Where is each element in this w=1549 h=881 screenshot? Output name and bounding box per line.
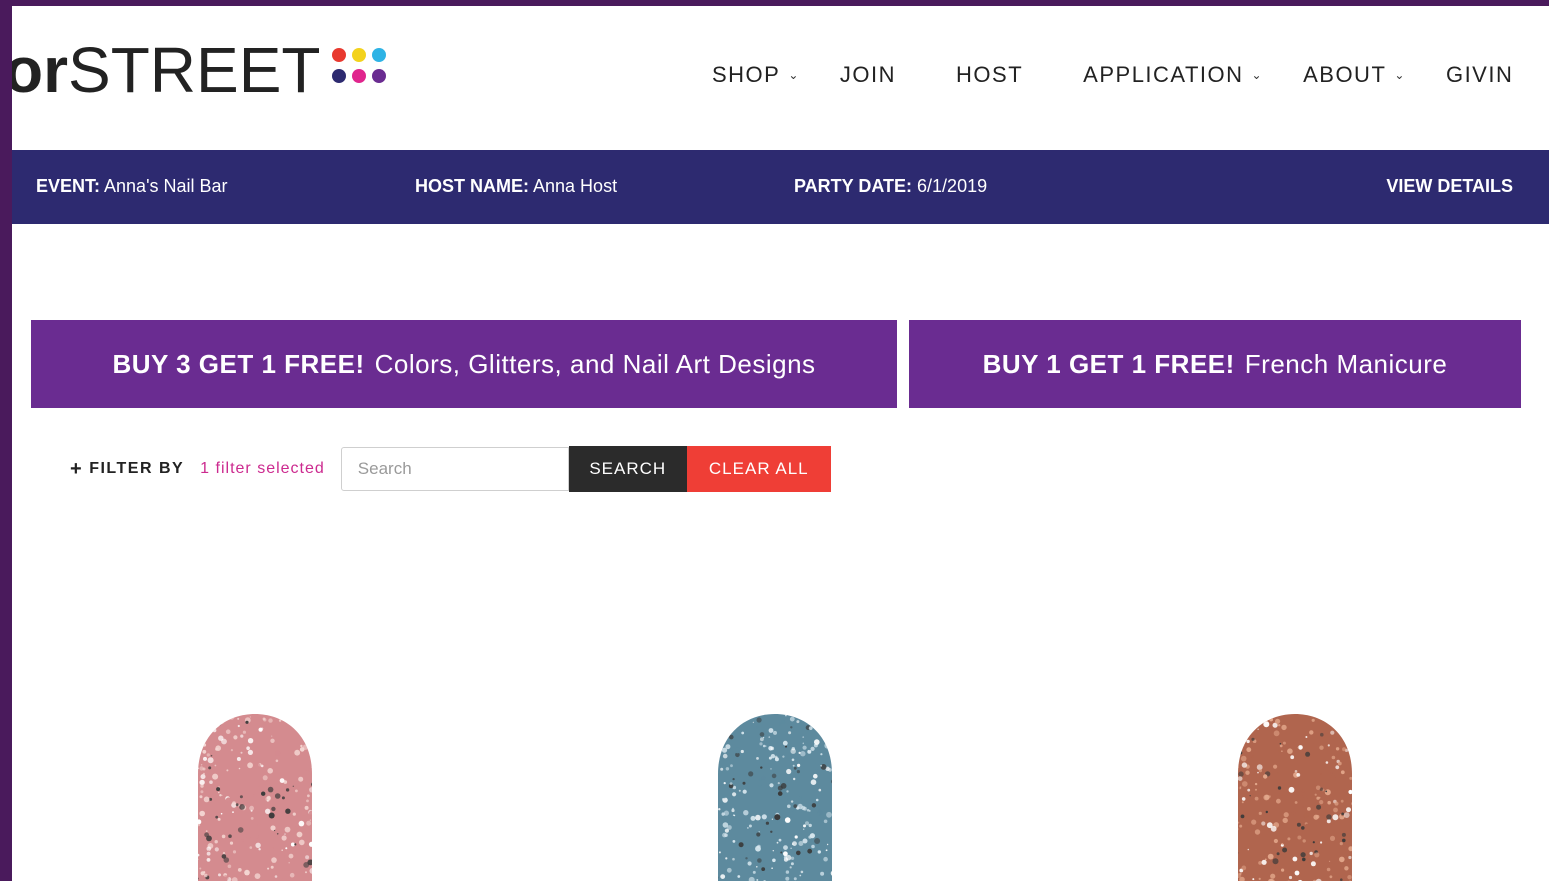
view-details-link[interactable]: VIEW DETAILS <box>1386 176 1513 197</box>
chevron-down-icon: ⌄ <box>788 68 800 82</box>
nail-swatch-icon <box>1238 714 1352 881</box>
logo-text-bold: or <box>12 34 68 106</box>
event-name: EVENT: Anna's Nail Bar <box>36 176 228 197</box>
promo-headline: BUY 1 GET 1 FREE! <box>982 348 1235 379</box>
promo-headline: BUY 3 GET 1 FREE! <box>112 348 365 379</box>
date-label: PARTY DATE: <box>794 176 913 196</box>
chevron-down-icon: ⌄ <box>1251 68 1264 82</box>
nav-join[interactable]: JOIN <box>840 62 896 88</box>
nav-giving[interactable]: GIVIN <box>1446 62 1513 88</box>
event-label: EVENT: <box>36 176 101 196</box>
logo-dot <box>372 69 387 83</box>
filter-by-label: FILTER BY <box>89 460 185 477</box>
clear-all-button[interactable]: CLEAR ALL <box>686 446 831 492</box>
logo-dot <box>352 69 367 83</box>
logo-dot <box>332 69 347 83</box>
nav-about-label: ABOUT <box>1303 62 1387 87</box>
logo-wordmark: orSTREET <box>12 34 320 106</box>
site-logo[interactable]: orSTREET <box>12 34 387 106</box>
nail-swatch-icon <box>718 714 832 881</box>
nav-host[interactable]: HOST <box>956 62 1023 88</box>
logo-dot <box>372 48 387 62</box>
logo-text-light: STREET <box>68 34 321 106</box>
host-name: HOST NAME: Anna Host <box>415 176 617 197</box>
logo-dot <box>352 48 367 62</box>
product-swatch-blue-silver-glitter[interactable] <box>714 712 836 881</box>
logo-dot <box>332 48 347 62</box>
date-value: 6/1/2019 <box>917 176 988 196</box>
search-button[interactable]: SEARCH <box>568 446 687 492</box>
page: orSTREET SHOP ⌄ JOIN HOST APPLICATION ⌄ … <box>12 6 1549 881</box>
nail-swatch-icon <box>198 714 312 881</box>
plus-icon: + <box>70 457 84 480</box>
promo-text: French Manicure <box>1244 348 1448 379</box>
nav-application[interactable]: APPLICATION ⌄ <box>1083 62 1263 88</box>
nav-about[interactable]: ABOUT ⌄ <box>1303 62 1406 88</box>
product-swatch-copper-glitter[interactable] <box>1234 712 1356 881</box>
nav-application-label: APPLICATION <box>1083 62 1244 87</box>
product-swatch-rose-gold-glitter[interactable] <box>194 712 316 881</box>
promo-buy1get1[interactable]: BUY 1 GET 1 FREE! French Manicure <box>909 320 1521 408</box>
party-event-bar: EVENT: Anna's Nail Bar HOST NAME: Anna H… <box>12 150 1549 224</box>
nav-join-label: JOIN <box>839 62 897 87</box>
filter-toolbar: + FILTER BY 1 filter selected SEARCH CLE… <box>70 446 831 492</box>
party-date: PARTY DATE: 6/1/2019 <box>794 176 987 197</box>
filter-count-link[interactable]: 1 filter selected <box>200 460 325 478</box>
nav-host-label: HOST <box>956 62 1024 87</box>
host-value: Anna Host <box>533 176 618 196</box>
promo-text: Colors, Glitters, and Nail Art Designs <box>374 348 816 379</box>
site-header: orSTREET SHOP ⌄ JOIN HOST APPLICATION ⌄ … <box>12 6 1549 150</box>
logo-dots-icon <box>332 48 387 83</box>
search-input[interactable] <box>340 447 569 491</box>
filter-by-toggle[interactable]: + FILTER BY <box>70 458 184 481</box>
chevron-down-icon: ⌄ <box>1394 68 1406 82</box>
event-value: Anna's Nail Bar <box>104 176 228 196</box>
nav-giving-label: GIVIN <box>1445 62 1514 87</box>
host-label: HOST NAME: <box>415 176 529 196</box>
main-nav: SHOP ⌄ JOIN HOST APPLICATION ⌄ ABOUT ⌄ G… <box>712 62 1549 88</box>
nav-shop-label: SHOP <box>712 62 781 87</box>
nav-shop[interactable]: SHOP ⌄ <box>712 62 800 88</box>
promo-buy3get1[interactable]: BUY 3 GET 1 FREE! Colors, Glitters, and … <box>31 320 897 408</box>
